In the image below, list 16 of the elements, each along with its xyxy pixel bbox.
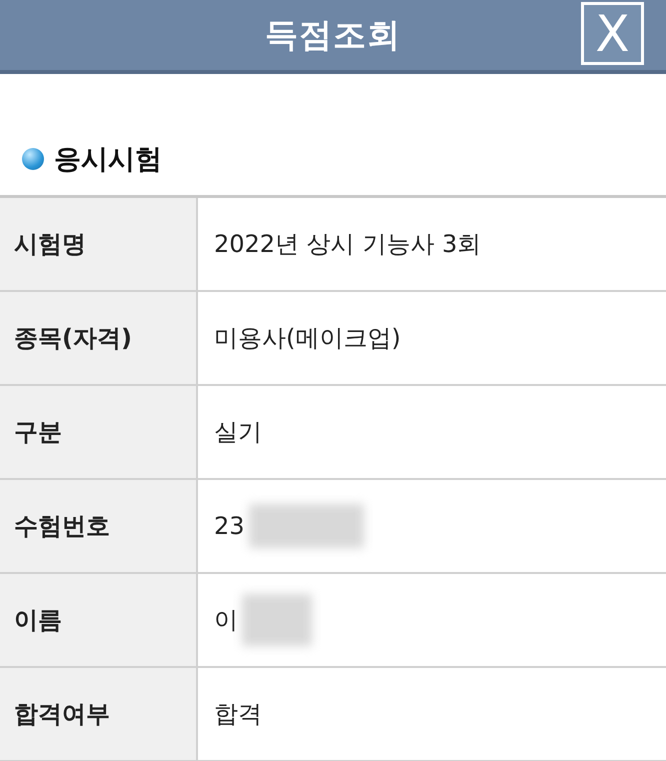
- field-value: 합격: [214, 699, 262, 730]
- field-value: 이: [214, 605, 238, 636]
- field-label: 구분: [0, 386, 198, 478]
- section-title: 응시시험: [54, 142, 162, 176]
- field-label: 수험번호: [0, 480, 198, 572]
- field-value: 미용사(메이크업): [214, 323, 401, 354]
- field-label: 종목(자격): [0, 292, 198, 384]
- field-label: 이름: [0, 574, 198, 666]
- bullet-icon: [22, 148, 44, 170]
- field-label: 합격여부: [0, 668, 198, 760]
- field-label: 시험명: [0, 198, 198, 290]
- page-title: 득점조회: [265, 14, 401, 56]
- close-button[interactable]: X: [581, 2, 644, 65]
- field-value: 실기: [214, 417, 262, 448]
- field-value: 2022년 상시 기능사 3회: [214, 229, 482, 260]
- field-value: 23: [214, 512, 245, 540]
